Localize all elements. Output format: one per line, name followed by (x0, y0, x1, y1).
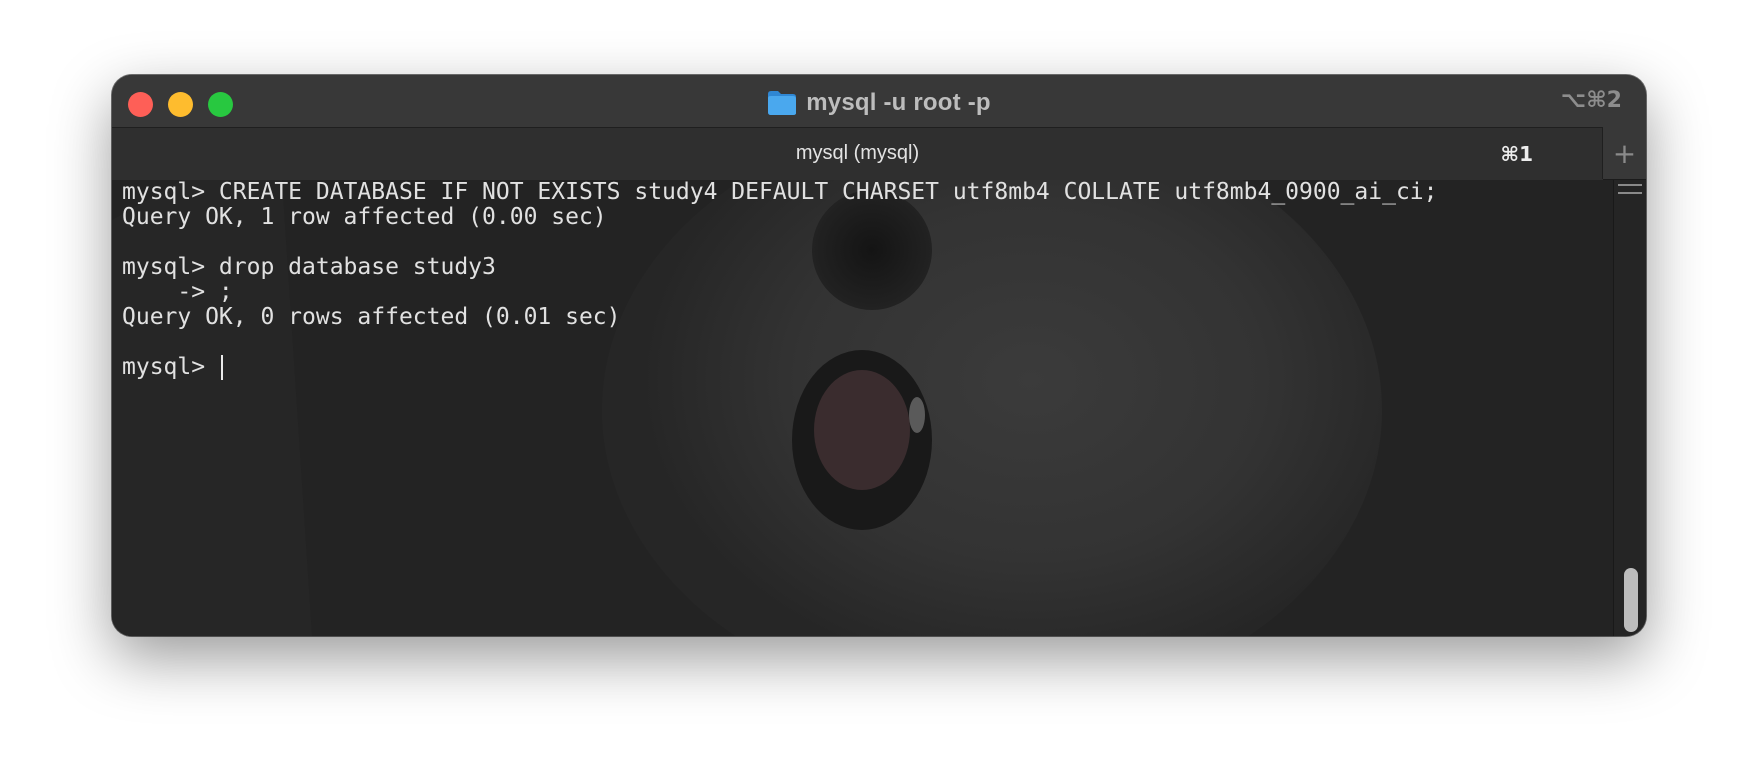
terminal-output[interactable]: mysql> CREATE DATABASE IF NOT EXISTS stu… (122, 180, 1622, 380)
scrollbar[interactable] (1613, 180, 1646, 636)
scrollbar-thumb[interactable] (1624, 568, 1638, 632)
window-title-area: mysql -u root -p (112, 85, 1646, 121)
terminal-content[interactable]: mysql> CREATE DATABASE IF NOT EXISTS stu… (112, 180, 1646, 636)
scrollbar-grip-icon (1618, 184, 1642, 194)
tab-label: mysql (mysql) (795, 142, 920, 164)
new-tab-button[interactable]: + (1602, 127, 1646, 179)
tab-mysql[interactable]: mysql (mysql) ⌘1 (112, 127, 1603, 180)
terminal-line: mysql> CREATE DATABASE IF NOT EXISTS stu… (122, 180, 1438, 205)
tab-shortcut: ⌘1 (1500, 142, 1533, 166)
window-shortcut: ⌥⌘2 (1560, 88, 1622, 113)
text-cursor (220, 355, 223, 380)
title-bar[interactable]: mysql -u root -p ⌥⌘2 mysql (mysql) ⌘1 + (112, 75, 1646, 180)
tab-bar: mysql (mysql) ⌘1 + (112, 127, 1646, 180)
terminal-prompt: mysql> (122, 354, 219, 380)
folder-icon (767, 90, 797, 116)
terminal-line: Query OK, 1 row affected (0.00 sec) (122, 204, 607, 230)
terminal-window: mysql -u root -p ⌥⌘2 mysql (mysql) ⌘1 + (112, 75, 1646, 636)
terminal-line: mysql> drop database study3 (122, 254, 496, 280)
window-title: mysql -u root -p (806, 89, 991, 116)
terminal-line: -> ; (122, 279, 233, 305)
terminal-line: Query OK, 0 rows affected (0.01 sec) (122, 304, 621, 330)
